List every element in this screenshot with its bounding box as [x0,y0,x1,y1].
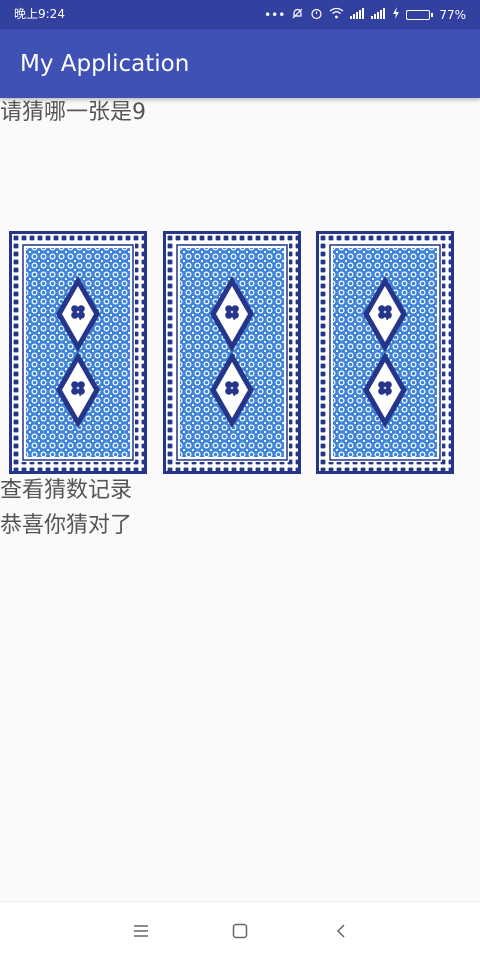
charging-icon [392,7,400,22]
view-history-link[interactable]: 查看猜数记录 [0,477,132,505]
home-button[interactable] [225,916,255,946]
card-3[interactable] [316,231,454,474]
card-1[interactable] [9,231,147,474]
mute-bell-icon [291,7,304,23]
menu-button[interactable] [126,916,156,946]
card-back-icon [166,234,298,471]
navigation-bar [0,901,480,960]
status-bar: 晚上9:24 ••• 77% [0,0,480,29]
menu-icon [134,925,148,937]
wifi-icon [329,7,344,22]
alarm-icon [310,7,323,23]
app-title: My Application [20,51,190,77]
guess-prompt: 请猜哪一张是9 [0,100,146,125]
signal-icon [371,7,386,22]
card-back-icon [319,234,451,471]
result-text: 恭喜你猜对了 [0,513,133,538]
card-back-icon [12,234,144,471]
status-time: 晚上9:24 [14,7,65,21]
card-2[interactable] [163,231,301,474]
more-dots-icon: ••• [264,7,286,22]
battery-icon [406,9,434,20]
signal-icon [350,7,365,22]
app-bar: My Application [0,29,480,98]
battery-percent: 77% [439,7,466,22]
back-button[interactable] [326,916,356,946]
back-icon [336,924,345,938]
home-icon [232,923,248,939]
status-icons: ••• 77% [264,6,466,23]
